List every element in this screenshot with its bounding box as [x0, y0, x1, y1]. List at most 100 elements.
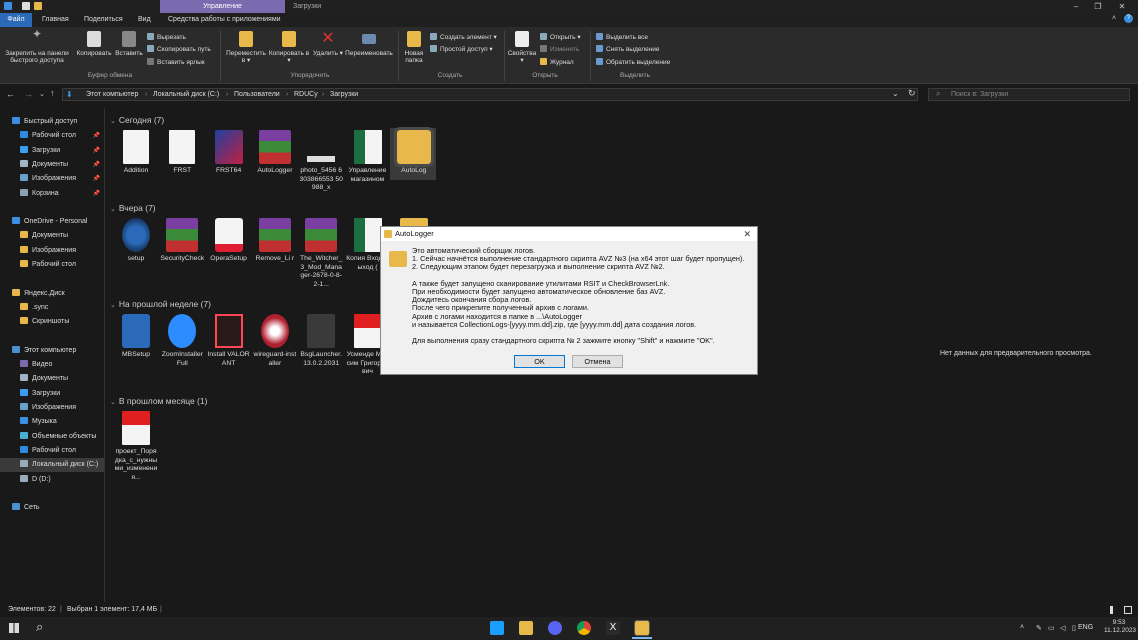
file-item[interactable]: Управление магазином: [346, 130, 390, 184]
tiles-view-icon[interactable]: [1124, 606, 1132, 614]
clock[interactable]: 9:53 11.12.2023: [1104, 619, 1136, 635]
sidebar-item[interactable]: Изображения 📌: [0, 172, 104, 186]
file-item[interactable]: Remove_Li r: [253, 218, 297, 264]
sidebar-item[interactable]: Этот компьютер: [0, 344, 104, 358]
back-icon[interactable]: ←: [6, 89, 15, 99]
discord-icon[interactable]: [548, 621, 562, 635]
file-item[interactable]: FRST64: [207, 130, 251, 176]
file-item[interactable]: OperaSetup: [207, 218, 251, 264]
refresh-icon[interactable]: ↻: [908, 88, 916, 99]
sidebar-item[interactable]: Изображения: [0, 244, 104, 258]
paste-shortcut-button[interactable]: Вставить ярлык: [147, 58, 205, 67]
tray-overflow-icon[interactable]: ˄: [1020, 624, 1024, 631]
windows-start-icon[interactable]: [9, 623, 19, 633]
sidebar-item[interactable]: Музыка: [0, 415, 104, 429]
language-indicator[interactable]: ENG: [1078, 624, 1093, 631]
group-header[interactable]: ⌄ В прошлом месяце (1): [110, 395, 207, 407]
file-item[interactable]: MBSetup: [114, 314, 158, 360]
select-none-button[interactable]: Снять выделение: [596, 45, 660, 54]
file-item[interactable]: проект_Порядка_с_нужными_изменения...: [114, 411, 158, 482]
minimize-icon[interactable]: –: [1066, 0, 1086, 13]
menu-file[interactable]: Файл: [0, 13, 32, 27]
sidebar-item[interactable]: Скриншоты: [0, 315, 104, 329]
sidebar-item[interactable]: Загрузки 📌: [0, 144, 104, 158]
close-icon[interactable]: ✕: [1112, 0, 1132, 13]
network-tray-icon[interactable]: ▭: [1048, 624, 1055, 632]
copy-path-button[interactable]: Скопировать путь: [147, 45, 211, 54]
menu-view[interactable]: Вид: [130, 13, 159, 27]
crumb-downloads[interactable]: Загрузки: [330, 88, 358, 101]
easy-access-button[interactable]: Простой доступ ▾: [430, 45, 493, 54]
search-taskbar-icon[interactable]: ⌕: [36, 619, 43, 635]
sidebar-item[interactable]: Рабочий стол: [0, 258, 104, 272]
help-icon[interactable]: ?: [1124, 14, 1133, 23]
select-all-button[interactable]: Выделить все: [596, 33, 648, 42]
file-item[interactable]: FRST: [160, 130, 204, 176]
recent-dropdown-icon[interactable]: ⌄: [39, 90, 45, 98]
crumb-this-pc[interactable]: Этот компьютер: [86, 88, 138, 101]
pin-quick-access-button[interactable]: ✦ Закрепить на панели быстрого доступа: [2, 28, 72, 64]
details-view-icon[interactable]: [1110, 606, 1113, 614]
sidebar-item[interactable]: Документы: [0, 372, 104, 386]
menu-share[interactable]: Поделиться: [76, 13, 131, 27]
cancel-button[interactable]: Отмена: [572, 355, 623, 368]
x-app-icon[interactable]: X: [606, 621, 620, 635]
chrome-icon[interactable]: [577, 621, 591, 635]
history-button[interactable]: Журнал: [540, 58, 574, 67]
sidebar-item[interactable]: OneDrive - Personal: [0, 215, 104, 229]
sidebar-item[interactable]: Документы: [0, 229, 104, 243]
delete-button[interactable]: ✕ Удалить ▾: [312, 31, 344, 58]
search-input[interactable]: Поиск в: Загрузки: [928, 88, 1130, 101]
copy-button[interactable]: Копировать: [74, 31, 114, 57]
ribbon-collapse-icon[interactable]: ˄: [1112, 15, 1116, 22]
steam-icon[interactable]: [490, 621, 504, 635]
sidebar-item[interactable]: D (D:): [0, 473, 104, 487]
context-tab-manage[interactable]: Управление: [160, 0, 285, 13]
sidebar-item[interactable]: Яндекс.Диск: [0, 287, 104, 301]
autologger-taskbar-icon[interactable]: [634, 620, 650, 636]
cut-button[interactable]: Вырезать: [147, 33, 186, 42]
file-item[interactable]: The_Witcher_3_Mod_Manager-2678-0-8-2-1..…: [299, 218, 343, 289]
file-item[interactable]: Install VALORANT: [207, 314, 251, 368]
paste-button[interactable]: Вставить: [112, 31, 146, 57]
rename-button[interactable]: Переименовать: [342, 31, 396, 57]
group-header[interactable]: ⌄ Сегодня (7): [110, 114, 164, 126]
sidebar-item[interactable]: .sync: [0, 301, 104, 315]
sidebar-item[interactable]: Видео: [0, 358, 104, 372]
file-item[interactable]: wireguard-installer: [253, 314, 297, 368]
sidebar-item[interactable]: Быстрый доступ: [0, 115, 104, 129]
file-item[interactable]: SecurityCheck: [160, 218, 204, 264]
group-header[interactable]: ⌄ На прошлой неделе (7): [110, 298, 211, 310]
sidebar-item[interactable]: Сеть: [0, 501, 104, 515]
sidebar-item[interactable]: Документы 📌: [0, 158, 104, 172]
edit-button[interactable]: Изменить: [540, 45, 579, 54]
new-item-button[interactable]: Создать элемент ▾: [430, 33, 497, 42]
sidebar-item[interactable]: Изображения: [0, 401, 104, 415]
dialog-title-bar[interactable]: AutoLogger ✕: [381, 227, 757, 241]
sidebar-item[interactable]: Объемные объекты: [0, 430, 104, 444]
ok-button[interactable]: OK: [514, 355, 565, 368]
sidebar-item[interactable]: Загрузки: [0, 387, 104, 401]
file-item[interactable]: photo_5456 6303866553 50988_x: [299, 130, 343, 193]
crumb-local-disk[interactable]: Локальный диск (C:): [153, 88, 219, 101]
dialog-close-icon[interactable]: ✕: [743, 227, 751, 241]
properties-quick-icon[interactable]: [22, 2, 30, 10]
maximize-icon[interactable]: ❐: [1088, 0, 1108, 13]
file-item[interactable]: BsgLauncher.13.0.2.2031: [299, 314, 343, 368]
file-item[interactable]: ZoomInstallerFull: [160, 314, 204, 368]
file-item[interactable]: Addition: [114, 130, 158, 176]
move-to-button[interactable]: Переместить в ▾: [224, 31, 268, 64]
invert-selection-button[interactable]: Обратить выделение: [596, 58, 670, 67]
file-explorer-icon[interactable]: [519, 621, 533, 635]
sidebar-item[interactable]: Рабочий стол 📌: [0, 129, 104, 143]
pen-icon[interactable]: ✎: [1036, 624, 1042, 632]
file-item[interactable]: AutoLog: [392, 127, 436, 176]
menu-app-tools[interactable]: Средства работы с приложениями: [160, 13, 289, 27]
crumb-users[interactable]: Пользователи: [234, 88, 280, 101]
group-header[interactable]: ⌄ Вчера (7): [110, 202, 156, 214]
new-folder-button[interactable]: Новая папка: [400, 31, 428, 64]
crumb-user[interactable]: RDUCy: [294, 88, 318, 101]
new-folder-quick-icon[interactable]: [34, 2, 42, 10]
sidebar-item[interactable]: Рабочий стол: [0, 444, 104, 458]
file-item[interactable]: setup: [114, 218, 158, 264]
